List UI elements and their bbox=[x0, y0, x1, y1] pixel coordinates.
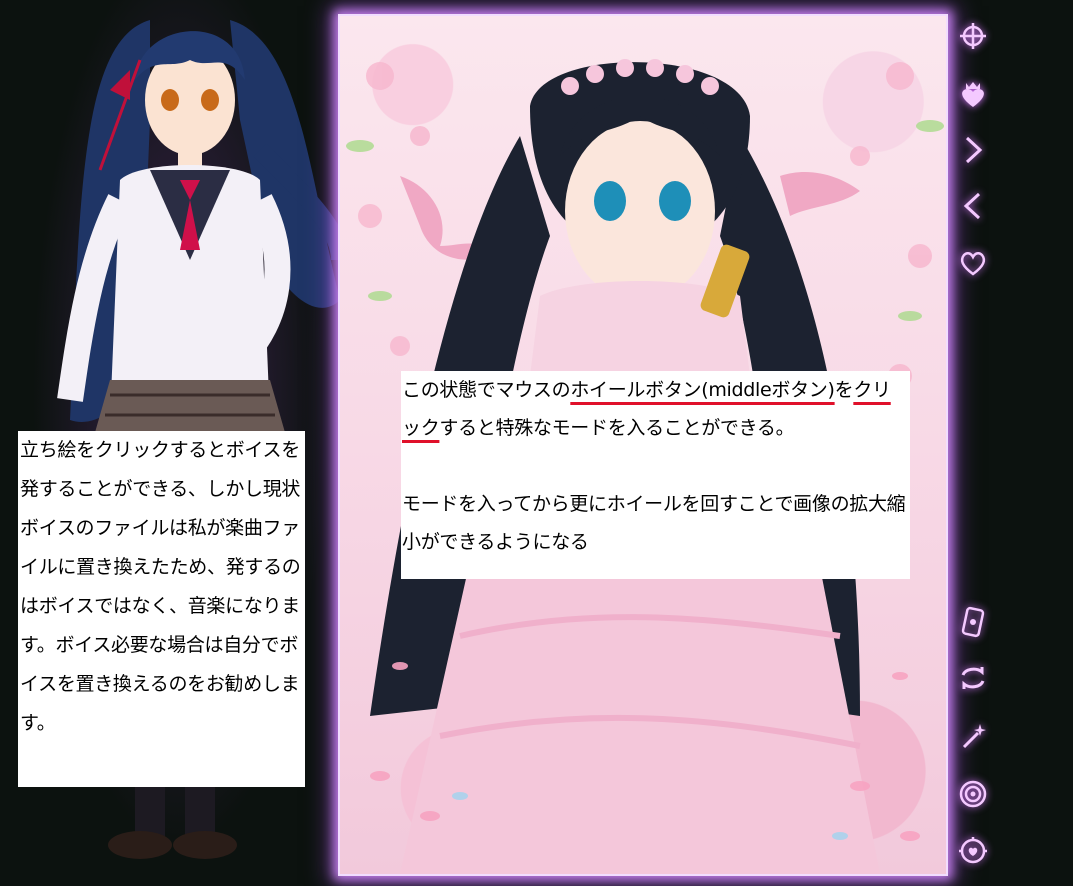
mode-note-line1: この状態でマウスのホイールボタン(middleボタン)をクリックすると特殊なモー… bbox=[402, 371, 909, 447]
spiral-icon[interactable] bbox=[955, 776, 991, 812]
compass-icon[interactable] bbox=[955, 18, 991, 54]
mode-note-line2: モードを入ってから更にホイールを回すことで画像の拡大縮小ができるようになる bbox=[402, 493, 906, 553]
prev-arrow-icon[interactable] bbox=[955, 188, 991, 224]
heart-outline-icon[interactable] bbox=[955, 244, 991, 280]
voice-note-box: 立ち絵をクリックするとボイスを発することができる、しかし現状ボイスのファイルは私… bbox=[18, 431, 305, 787]
magic-wand-icon[interactable] bbox=[955, 718, 991, 754]
swap-icon[interactable] bbox=[955, 660, 991, 696]
heart-crown-icon[interactable] bbox=[955, 76, 991, 112]
next-arrow-icon[interactable] bbox=[955, 132, 991, 168]
wheel-button-highlight: ホイールボタン(middleボタン) bbox=[570, 379, 835, 401]
mode-note-suffix: すると特殊なモードを入ることができる。 bbox=[439, 417, 795, 439]
mode-note-prefix: この状態でマウスの bbox=[402, 379, 571, 401]
mode-note-box: この状態でマウスのホイールボタン(middleボタン)をクリックすると特殊なモー… bbox=[401, 371, 910, 579]
mode-note-mid: を bbox=[834, 379, 854, 401]
card-icon[interactable] bbox=[955, 604, 991, 640]
gear-heart-icon[interactable] bbox=[955, 832, 991, 868]
voice-note-text: 立ち絵をクリックするとボイスを発することができる、しかし現状ボイスのファイルは私… bbox=[20, 439, 301, 734]
